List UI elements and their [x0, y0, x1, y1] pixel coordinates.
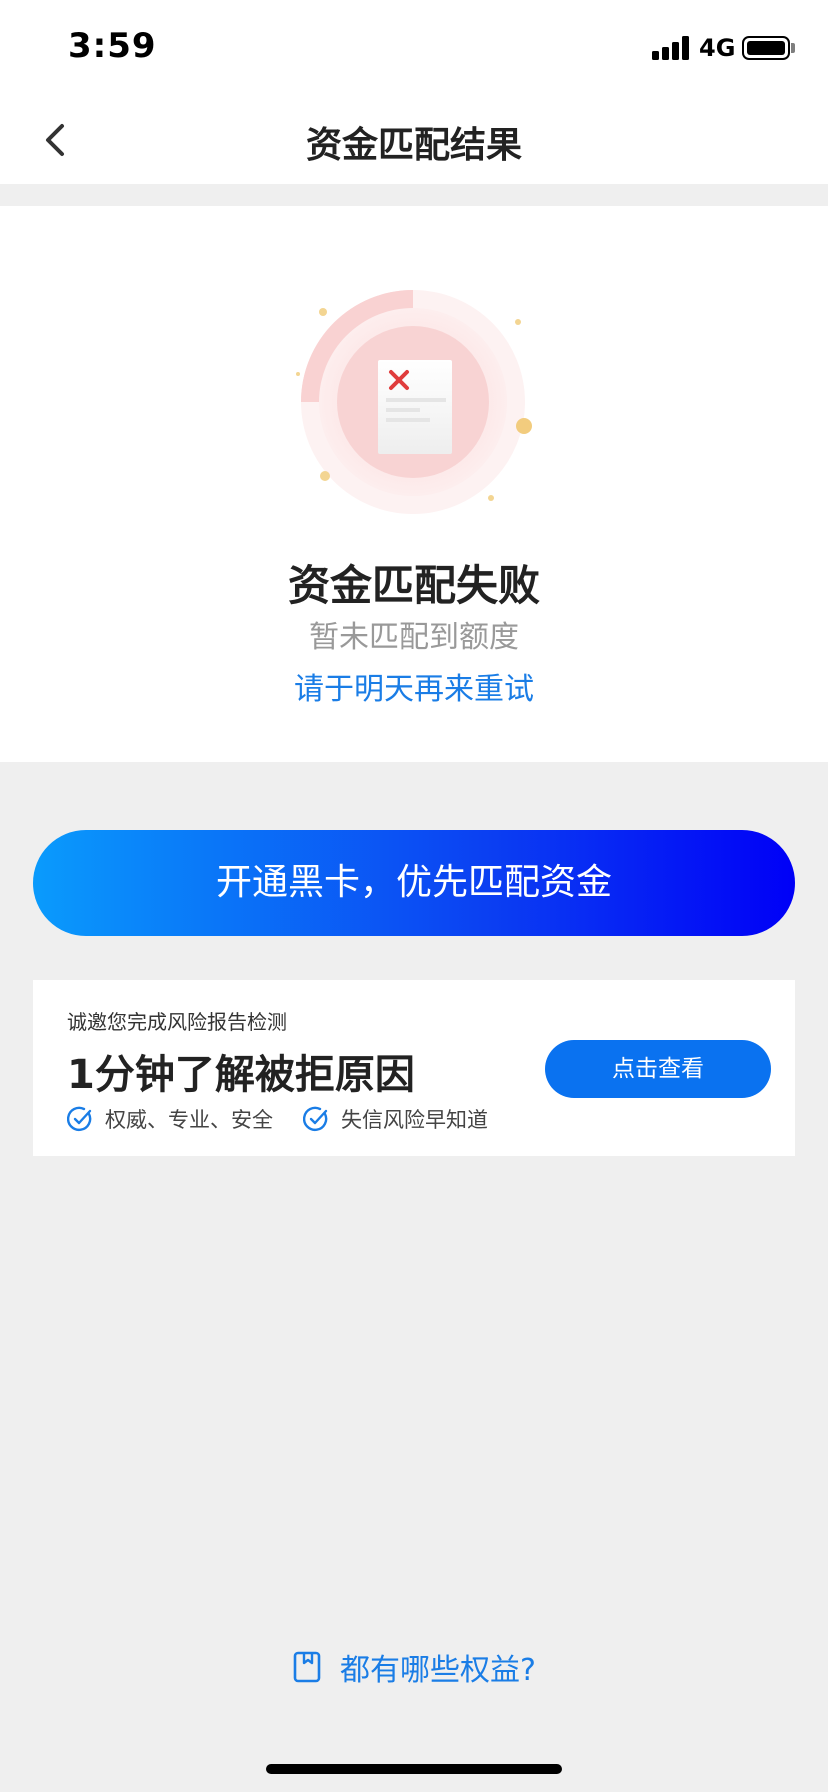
back-icon [46, 124, 64, 156]
report-feature: 权威、专业、安全 [67, 1104, 273, 1134]
risk-report-card: 诚邀您完成风险报告检测 1分钟了解被拒原因 权威、专业、安全 失信风险早知道 点… [33, 980, 795, 1156]
battery-icon [742, 36, 790, 60]
retry-hint: 请于明天再来重试 [294, 672, 534, 707]
back-button[interactable] [36, 116, 80, 164]
report-headline: 1分钟了解被拒原因 [67, 1052, 415, 1098]
status-time: 3:59 [68, 26, 157, 66]
result-card: 资金匹配失败 暂未匹配到额度 请于明天再来重试 [0, 206, 828, 762]
report-feature: 失信风险早知道 [303, 1104, 488, 1134]
benefits-link-label: 都有哪些权益? [340, 1653, 536, 1688]
book-icon [293, 1651, 321, 1683]
report-invite-text: 诚邀您完成风险报告检测 [67, 1010, 287, 1034]
result-subtitle: 暂未匹配到额度 [309, 620, 519, 655]
report-feature-label: 失信风险早知道 [341, 1108, 488, 1132]
signal-icon [652, 36, 690, 60]
check-icon [303, 1106, 328, 1132]
network-type: 4G [699, 34, 736, 62]
battery-tip [791, 43, 795, 53]
failed-document-icon [296, 290, 532, 514]
check-icon [67, 1106, 92, 1132]
status-bar: 3:59 4G [0, 0, 828, 96]
home-indicator[interactable] [266, 1764, 562, 1774]
benefits-link[interactable]: 都有哪些权益? [0, 1642, 828, 1692]
report-feature-label: 权威、专业、安全 [105, 1108, 273, 1132]
result-title: 资金匹配失败 [287, 561, 540, 610]
page-title: 资金匹配结果 [305, 125, 522, 166]
open-black-card-button[interactable]: 开通黑卡，优先匹配资金 [33, 830, 795, 936]
view-report-button[interactable]: 点击查看 [545, 1040, 771, 1098]
nav-bar: 资金匹配结果 [0, 96, 828, 184]
